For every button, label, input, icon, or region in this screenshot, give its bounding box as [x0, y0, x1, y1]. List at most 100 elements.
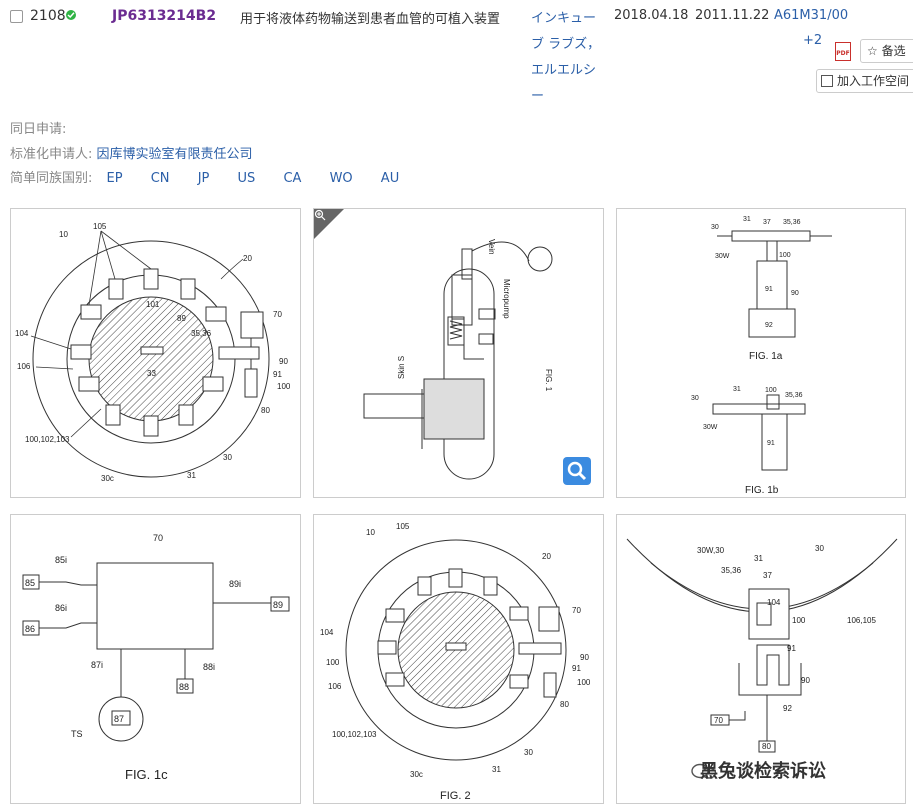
fig2-label-10: 10	[366, 528, 375, 537]
std-applicant-label: 标准化申请人:	[10, 147, 93, 162]
favorite-button[interactable]: ☆ 备选	[860, 39, 913, 63]
application-date: 2011.11.22	[695, 8, 770, 23]
workspace-add-icon	[821, 75, 833, 87]
fig1c-label-88i: 88i	[203, 662, 215, 672]
fig1c-label-70: 70	[153, 533, 163, 543]
fig1c-label-88: 88	[179, 682, 189, 692]
fig3-label-31: 31	[754, 554, 763, 563]
fig3-label-91: 91	[787, 644, 796, 653]
fig1-drawing: FIG. 1 Micropump Skin S Vein	[363, 239, 553, 480]
ipc-link[interactable]: A61M31/00	[774, 8, 848, 23]
same-day-row: 同日申请:	[10, 118, 66, 137]
family-country-us[interactable]: US	[238, 171, 256, 186]
family-country-au[interactable]: AU	[381, 171, 399, 186]
add-workspace-button[interactable]: 加入工作空间	[816, 69, 913, 93]
fig2-label-100102103: 100,102,103	[332, 730, 377, 739]
patent-title[interactable]: 用于将液体药物输送到患者血管的可植入装置	[240, 8, 500, 27]
fig1b-label-100: 100	[765, 387, 777, 394]
workspace-label: 加入工作空间	[837, 74, 910, 88]
fig2-label-100: 100	[326, 658, 340, 667]
family-row: 简单同族国别: EP CN JP US CA WO AU	[10, 167, 399, 186]
fig2-label-30c: 30c	[410, 770, 423, 779]
skin-label: Skin S	[397, 356, 406, 379]
fig1a-label-92: 92	[765, 322, 773, 329]
fig3-label-90: 90	[801, 676, 810, 685]
fig2-label-90: 90	[580, 653, 589, 662]
search-icon	[567, 461, 587, 481]
pdf-label: PDF	[836, 50, 850, 57]
fig3-label-106105: 106,105	[847, 616, 876, 625]
drawing-thumb-2[interactable]: FIG. 1 Micropump Skin S Vein	[313, 208, 604, 498]
label-70: 70	[273, 310, 282, 319]
fig2-label-105: 105	[396, 522, 410, 531]
label-20: 20	[243, 254, 252, 263]
fig1a-label-91: 91	[765, 286, 773, 293]
publication-date: 2018.04.18	[614, 8, 689, 23]
label-101: 101	[146, 300, 160, 309]
fig1a-title: FIG. 1a	[749, 351, 783, 362]
fig3-label-37: 37	[763, 571, 772, 580]
label-30: 30	[223, 453, 232, 462]
label-33: 33	[147, 369, 156, 378]
fig1a-fig1b-drawing: 31 37 35,36 30 30W 100 91 90 92 31 100 3…	[691, 216, 832, 496]
label-100102103: 100,102,103	[25, 435, 70, 444]
publication-number-link[interactable]: JP6313214B2	[112, 8, 216, 24]
fig1a-label-3536: 35,36	[783, 219, 801, 226]
ipc-more-link[interactable]: +2	[803, 33, 822, 48]
select-checkbox[interactable]	[10, 10, 23, 23]
zoom-in-icon[interactable]	[314, 209, 326, 221]
fig1c-title: FIG. 1c	[125, 767, 168, 782]
fig1-label: FIG. 1	[544, 369, 553, 392]
fig2-label-91: 91	[572, 664, 581, 673]
watermark: 黑兔谈检索诉讼	[700, 761, 826, 782]
family-country-ca[interactable]: CA	[283, 171, 301, 186]
fig1a-label-37: 37	[763, 219, 771, 226]
fig3-label-104: 104	[767, 598, 781, 607]
fig1b-label-31: 31	[733, 386, 741, 393]
fig1a-label-30: 30	[711, 224, 719, 231]
fig2-label-80: 80	[560, 700, 569, 709]
fig2-label-106: 106	[328, 682, 342, 691]
family-country-ep[interactable]: EP	[107, 171, 123, 186]
label-80: 80	[261, 406, 270, 415]
fig1c-label-89i: 89i	[229, 579, 241, 589]
fig2-label-31: 31	[492, 765, 501, 774]
result-index: 2108	[30, 8, 66, 24]
fig1c-label-85: 85	[25, 578, 35, 588]
drawing-thumb-4[interactable]: 70 85i 85 86i 86 87i 87 88i 88 89i 89 TS…	[10, 514, 301, 804]
fig1b-label-30: 30	[691, 395, 699, 402]
magnify-search-button[interactable]	[563, 457, 591, 485]
status-ok-icon	[66, 10, 76, 20]
fig1c-label-89: 89	[273, 600, 283, 610]
fig1c-label-87i: 87i	[91, 660, 103, 670]
fig1b-title: FIG. 1b	[745, 485, 779, 496]
fig1c-drawing: 70 85i 85 86i 86 87i 87 88i 88 89i 89 TS…	[22, 533, 290, 782]
fig1c-label-85i: 85i	[55, 555, 67, 565]
fig1a-label-90: 90	[791, 290, 799, 297]
fig3-label-80: 80	[762, 742, 771, 751]
family-country-wo[interactable]: WO	[330, 171, 353, 186]
family-country-cn[interactable]: CN	[151, 171, 170, 186]
drawing-thumb-3[interactable]: 31 37 35,36 30 30W 100 91 90 92 31 100 3…	[616, 208, 906, 498]
label-104: 104	[15, 329, 29, 338]
fig1c-label-86i: 86i	[55, 603, 67, 613]
fig1c-label-ts: TS	[71, 729, 83, 739]
same-day-label: 同日申请:	[10, 122, 67, 137]
fig1a-label-30w: 30W	[715, 253, 730, 260]
family-label: 简单同族国别:	[10, 171, 93, 186]
fig3-label-100: 100	[792, 616, 806, 625]
drawing-thumb-5[interactable]: 10 105 20 70 104 100 106 90 91 100 80 10…	[313, 514, 604, 804]
std-applicant-row: 标准化申请人: 因库博实验室有限责任公司	[10, 143, 253, 162]
fig3-label-92: 92	[783, 704, 792, 713]
family-country-jp[interactable]: JP	[198, 171, 210, 186]
fig3-label-30w30: 30W,30	[697, 546, 725, 555]
label-90: 90	[279, 357, 288, 366]
applicant-link[interactable]: インキューブ ラブズ，エルエルシー	[531, 6, 607, 110]
fig1c-label-87: 87	[114, 714, 124, 724]
fig1b-label-30w: 30W	[703, 424, 718, 431]
std-applicant-link[interactable]: 因库博实验室有限责任公司	[97, 147, 253, 162]
pdf-icon[interactable]: PDF	[835, 42, 851, 61]
label-100: 100	[277, 382, 291, 391]
fig1b-label-3536: 35,36	[785, 392, 803, 399]
drawing-thumb-1[interactable]: 10 105 20 101 70 104 35,36 90 91 100 80 …	[10, 208, 301, 498]
